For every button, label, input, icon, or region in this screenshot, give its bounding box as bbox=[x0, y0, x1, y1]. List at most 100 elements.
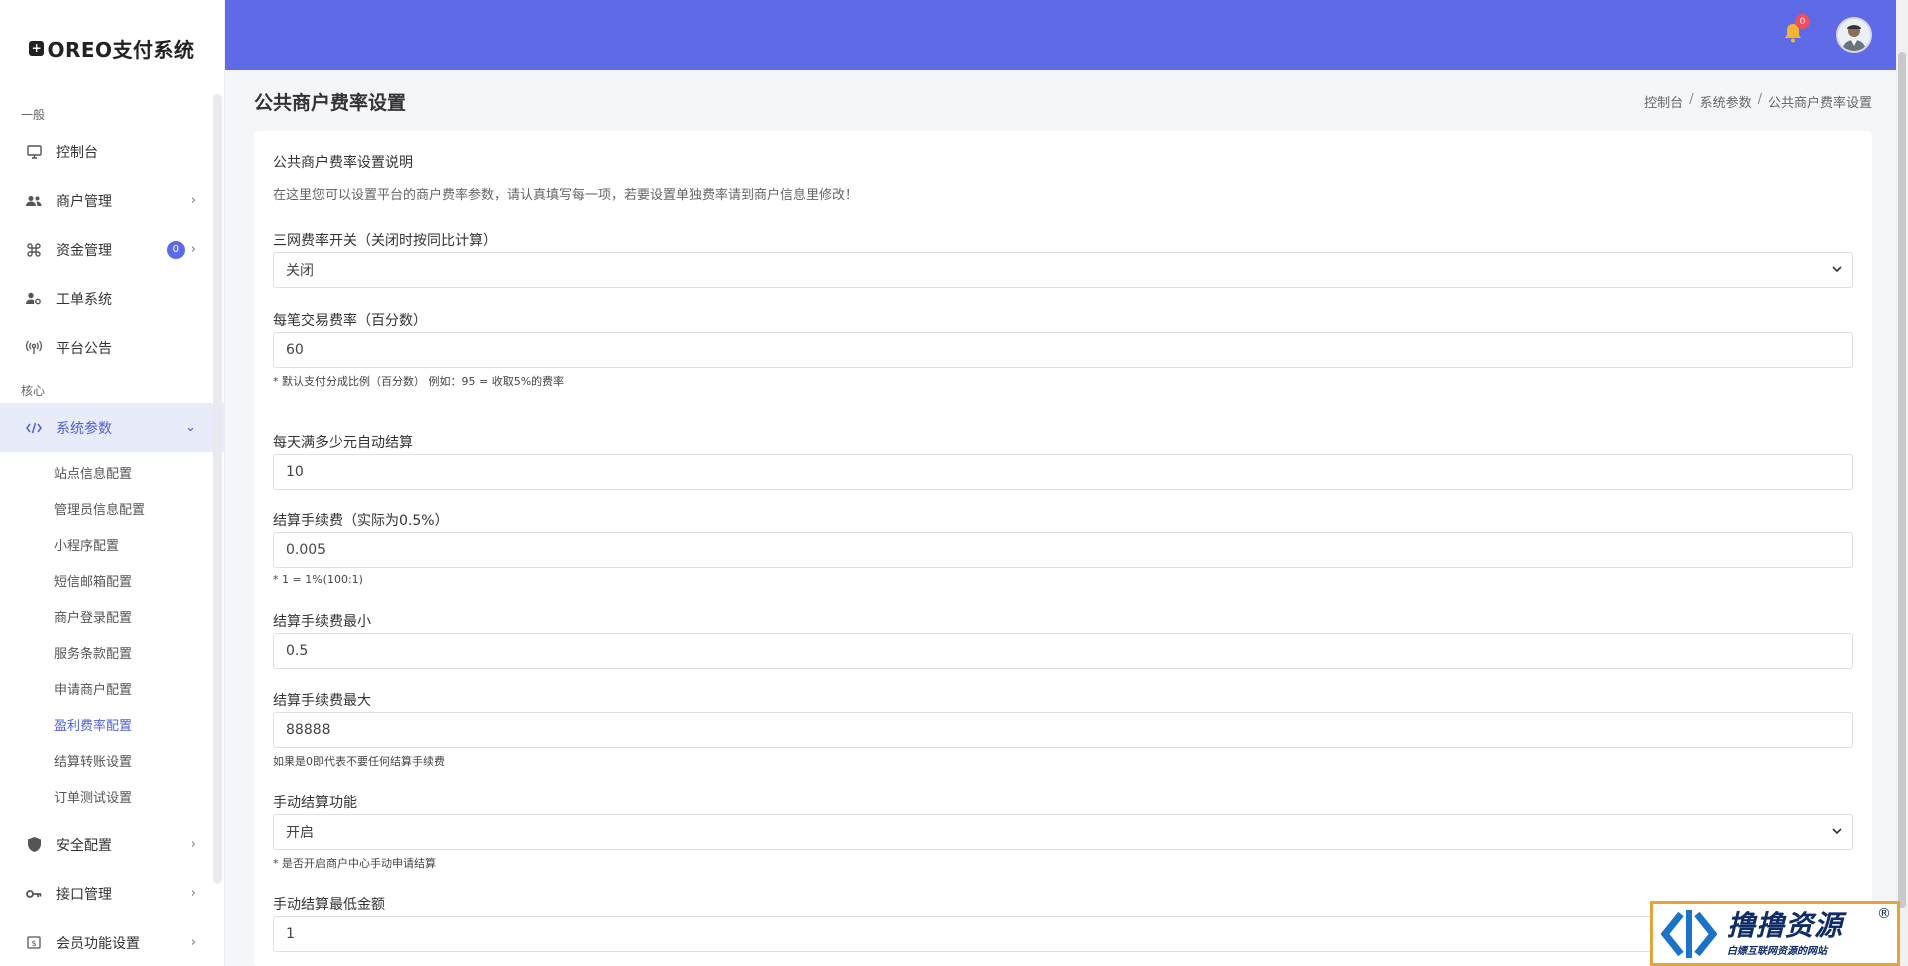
sidebar-item-label: 商户管理 bbox=[56, 193, 112, 210]
section-general-title: 一般 bbox=[21, 108, 46, 122]
user-cog-icon bbox=[24, 290, 44, 308]
settle-fee-input[interactable]: 0.005 bbox=[273, 532, 1853, 568]
sidebar-item-label: 系统参数 bbox=[56, 420, 112, 437]
sidebar-item-label: 会员功能设置 bbox=[56, 935, 140, 952]
funds-count-badge: 0 bbox=[166, 240, 185, 259]
sidebar-item-announcements[interactable]: 平台公告 bbox=[0, 323, 224, 372]
sub-item-admin-info[interactable]: 管理员信息配置 bbox=[0, 490, 224, 526]
manual-settle-help: * 是否开启商户中心手动申请结算 bbox=[273, 857, 436, 870]
sidebar-item-system-params[interactable]: 系统参数 ⌄ bbox=[0, 403, 224, 452]
svg-text:$: $ bbox=[31, 939, 36, 948]
sidebar-item-merchants[interactable]: 商户管理 › bbox=[0, 176, 224, 225]
sub-item-site-info[interactable]: 站点信息配置 bbox=[0, 454, 224, 490]
command-icon bbox=[24, 241, 44, 259]
watermark-main: 撸撸资源 bbox=[1727, 909, 1844, 942]
registered-mark: ® bbox=[1877, 906, 1891, 922]
auto-settle-label: 每天满多少元自动结算 bbox=[273, 435, 413, 451]
page-scrollbar-thumb[interactable] bbox=[1898, 52, 1906, 908]
sub-item-sms-email[interactable]: 短信邮箱配置 bbox=[0, 562, 224, 598]
chevron-right-icon: › bbox=[190, 935, 196, 950]
page-scrollbar[interactable] bbox=[1896, 0, 1908, 966]
watermark-logo: 撸撸资源 白嫖互联网资源的网站 ® bbox=[1650, 901, 1900, 966]
three-net-group: 三网费率开关（关闭时按同比计算） 关闭 bbox=[273, 230, 1853, 288]
settle-fee-group: 结算手续费（实际为0.5%） 0.005 * 1 = 1%(100:1) bbox=[273, 510, 1853, 586]
breadcrumb-current: 公共商户费率设置 bbox=[1767, 96, 1872, 111]
watermark-text: 撸撸资源 白嫖互联网资源的网站 bbox=[1727, 909, 1844, 958]
manual-min-input[interactable]: 1 bbox=[273, 916, 1853, 952]
settle-max-label: 结算手续费最大 bbox=[273, 693, 371, 709]
chevron-right-icon: › bbox=[190, 242, 196, 257]
sidebar-item-funds[interactable]: 资金管理 0 › bbox=[0, 225, 224, 274]
manual-settle-value: 开启 bbox=[286, 825, 314, 841]
three-net-label: 三网费率开关（关闭时按同比计算） bbox=[273, 233, 497, 249]
sidebar-item-security[interactable]: 安全配置 › bbox=[0, 820, 224, 869]
brand-logo[interactable]: + OREO支付系统 bbox=[0, 0, 224, 96]
fee-rate-group: 每笔交易费率（百分数） 60 * 默认支付分成比例（百分数） 例如：95 = 收… bbox=[273, 310, 1853, 389]
settle-max-group: 结算手续费最大 88888 如果是0即代表不要任何结算手续费 bbox=[273, 690, 1853, 769]
sub-item-merchant-login[interactable]: 商户登录配置 bbox=[0, 598, 224, 634]
code-icon bbox=[24, 419, 44, 437]
chevron-down-icon bbox=[1832, 828, 1842, 835]
sub-item-order-test[interactable]: 订单测试设置 bbox=[0, 778, 224, 814]
settle-fee-label: 结算手续费（实际为0.5%） bbox=[273, 513, 449, 529]
broadcast-icon bbox=[24, 339, 44, 357]
avatar[interactable] bbox=[1836, 17, 1872, 53]
system-params-submenu: 站点信息配置 管理员信息配置 小程序配置 短信邮箱配置 商户登录配置 服务条款配… bbox=[0, 452, 224, 820]
manual-settle-select[interactable]: 开启 bbox=[273, 814, 1853, 850]
three-net-value: 关闭 bbox=[286, 263, 314, 279]
sidebar-item-tickets[interactable]: 工单系统 bbox=[0, 274, 224, 323]
chevron-right-icon: › bbox=[190, 886, 196, 901]
sidebar-item-dashboard[interactable]: 控制台 bbox=[0, 127, 224, 176]
sidebar-item-label: 安全配置 bbox=[56, 837, 112, 854]
manual-min-label: 手动结算最低金额 bbox=[273, 897, 385, 913]
card-description: 在这里您可以设置平台的商户费率参数，请认真填写每一项，若要设置单独费率请到商户信… bbox=[273, 188, 859, 203]
shield-icon bbox=[24, 836, 44, 854]
settle-min-label: 结算手续费最小 bbox=[273, 614, 371, 630]
breadcrumb-separator: / bbox=[1689, 92, 1694, 107]
sub-item-miniprogram[interactable]: 小程序配置 bbox=[0, 526, 224, 562]
top-header bbox=[225, 0, 1908, 70]
settle-min-group: 结算手续费最小 0.5 bbox=[273, 611, 1853, 669]
sub-item-profit-rate[interactable]: 盈利费率配置 bbox=[0, 706, 224, 742]
manual-settle-group: 手动结算功能 开启 * 是否开启商户中心手动申请结算 bbox=[273, 792, 1853, 871]
watermark-emblem-icon bbox=[1661, 909, 1717, 958]
sub-item-merchant-apply[interactable]: 申请商户配置 bbox=[0, 670, 224, 706]
settings-card: 公共商户费率设置说明 在这里您可以设置平台的商户费率参数，请认真填写每一项，若要… bbox=[254, 131, 1872, 966]
brand-name: OREO支付系统 bbox=[47, 37, 195, 62]
section-core-title: 核心 bbox=[21, 384, 46, 398]
chevron-right-icon: › bbox=[190, 193, 196, 208]
breadcrumb-system-params[interactable]: 系统参数 bbox=[1700, 92, 1752, 111]
manual-min-group: 手动结算最低金额 1 bbox=[273, 894, 1853, 952]
breadcrumb-separator: / bbox=[1757, 92, 1762, 107]
sub-item-terms[interactable]: 服务条款配置 bbox=[0, 634, 224, 670]
sidebar-item-label: 平台公告 bbox=[56, 340, 112, 357]
sidebar-scrollbar[interactable] bbox=[213, 94, 222, 884]
key-icon bbox=[24, 885, 44, 903]
auto-settle-input[interactable]: 10 bbox=[273, 454, 1853, 490]
breadcrumb-dashboard[interactable]: 控制台 bbox=[1644, 92, 1683, 111]
sidebar-item-label: 工单系统 bbox=[56, 291, 112, 308]
fee-rate-input[interactable]: 60 bbox=[273, 332, 1853, 368]
page-title: 公共商户费率设置 bbox=[254, 92, 407, 114]
fee-rate-label: 每笔交易费率（百分数） bbox=[273, 313, 427, 329]
manual-settle-label: 手动结算功能 bbox=[273, 795, 357, 811]
notification-badge: 0 bbox=[1795, 14, 1810, 29]
chevron-right-icon: › bbox=[190, 837, 196, 852]
sidebar-item-membership[interactable]: $ 会员功能设置 › bbox=[0, 918, 224, 966]
sidebar-item-api[interactable]: 接口管理 › bbox=[0, 869, 224, 918]
settle-fee-help: * 1 = 1%(100:1) bbox=[273, 573, 363, 586]
fee-rate-help: * 默认支付分成比例（百分数） 例如：95 = 收取5%的费率 bbox=[273, 375, 565, 388]
auto-settle-group: 每天满多少元自动结算 10 bbox=[273, 432, 1853, 490]
three-net-select[interactable]: 关闭 bbox=[273, 252, 1853, 288]
settle-max-help: 如果是0即代表不要任何结算手续费 bbox=[273, 755, 445, 768]
sidebar: + OREO支付系统 一般 控制台 商户管理 › 资金管理 0 › 工单系统 平… bbox=[0, 0, 225, 966]
sidebar-item-label: 接口管理 bbox=[56, 886, 112, 903]
card-title: 公共商户费率设置说明 bbox=[273, 155, 413, 171]
watermark-sub: 白嫖互联网资源的网站 bbox=[1727, 946, 1827, 957]
monitor-icon bbox=[24, 143, 44, 161]
plus-square-icon: + bbox=[29, 40, 45, 56]
settle-min-input[interactable]: 0.5 bbox=[273, 633, 1853, 669]
sidebar-item-label: 资金管理 bbox=[56, 242, 112, 259]
sub-item-settle-transfer[interactable]: 结算转账设置 bbox=[0, 742, 224, 778]
settle-max-input[interactable]: 88888 bbox=[273, 712, 1853, 748]
